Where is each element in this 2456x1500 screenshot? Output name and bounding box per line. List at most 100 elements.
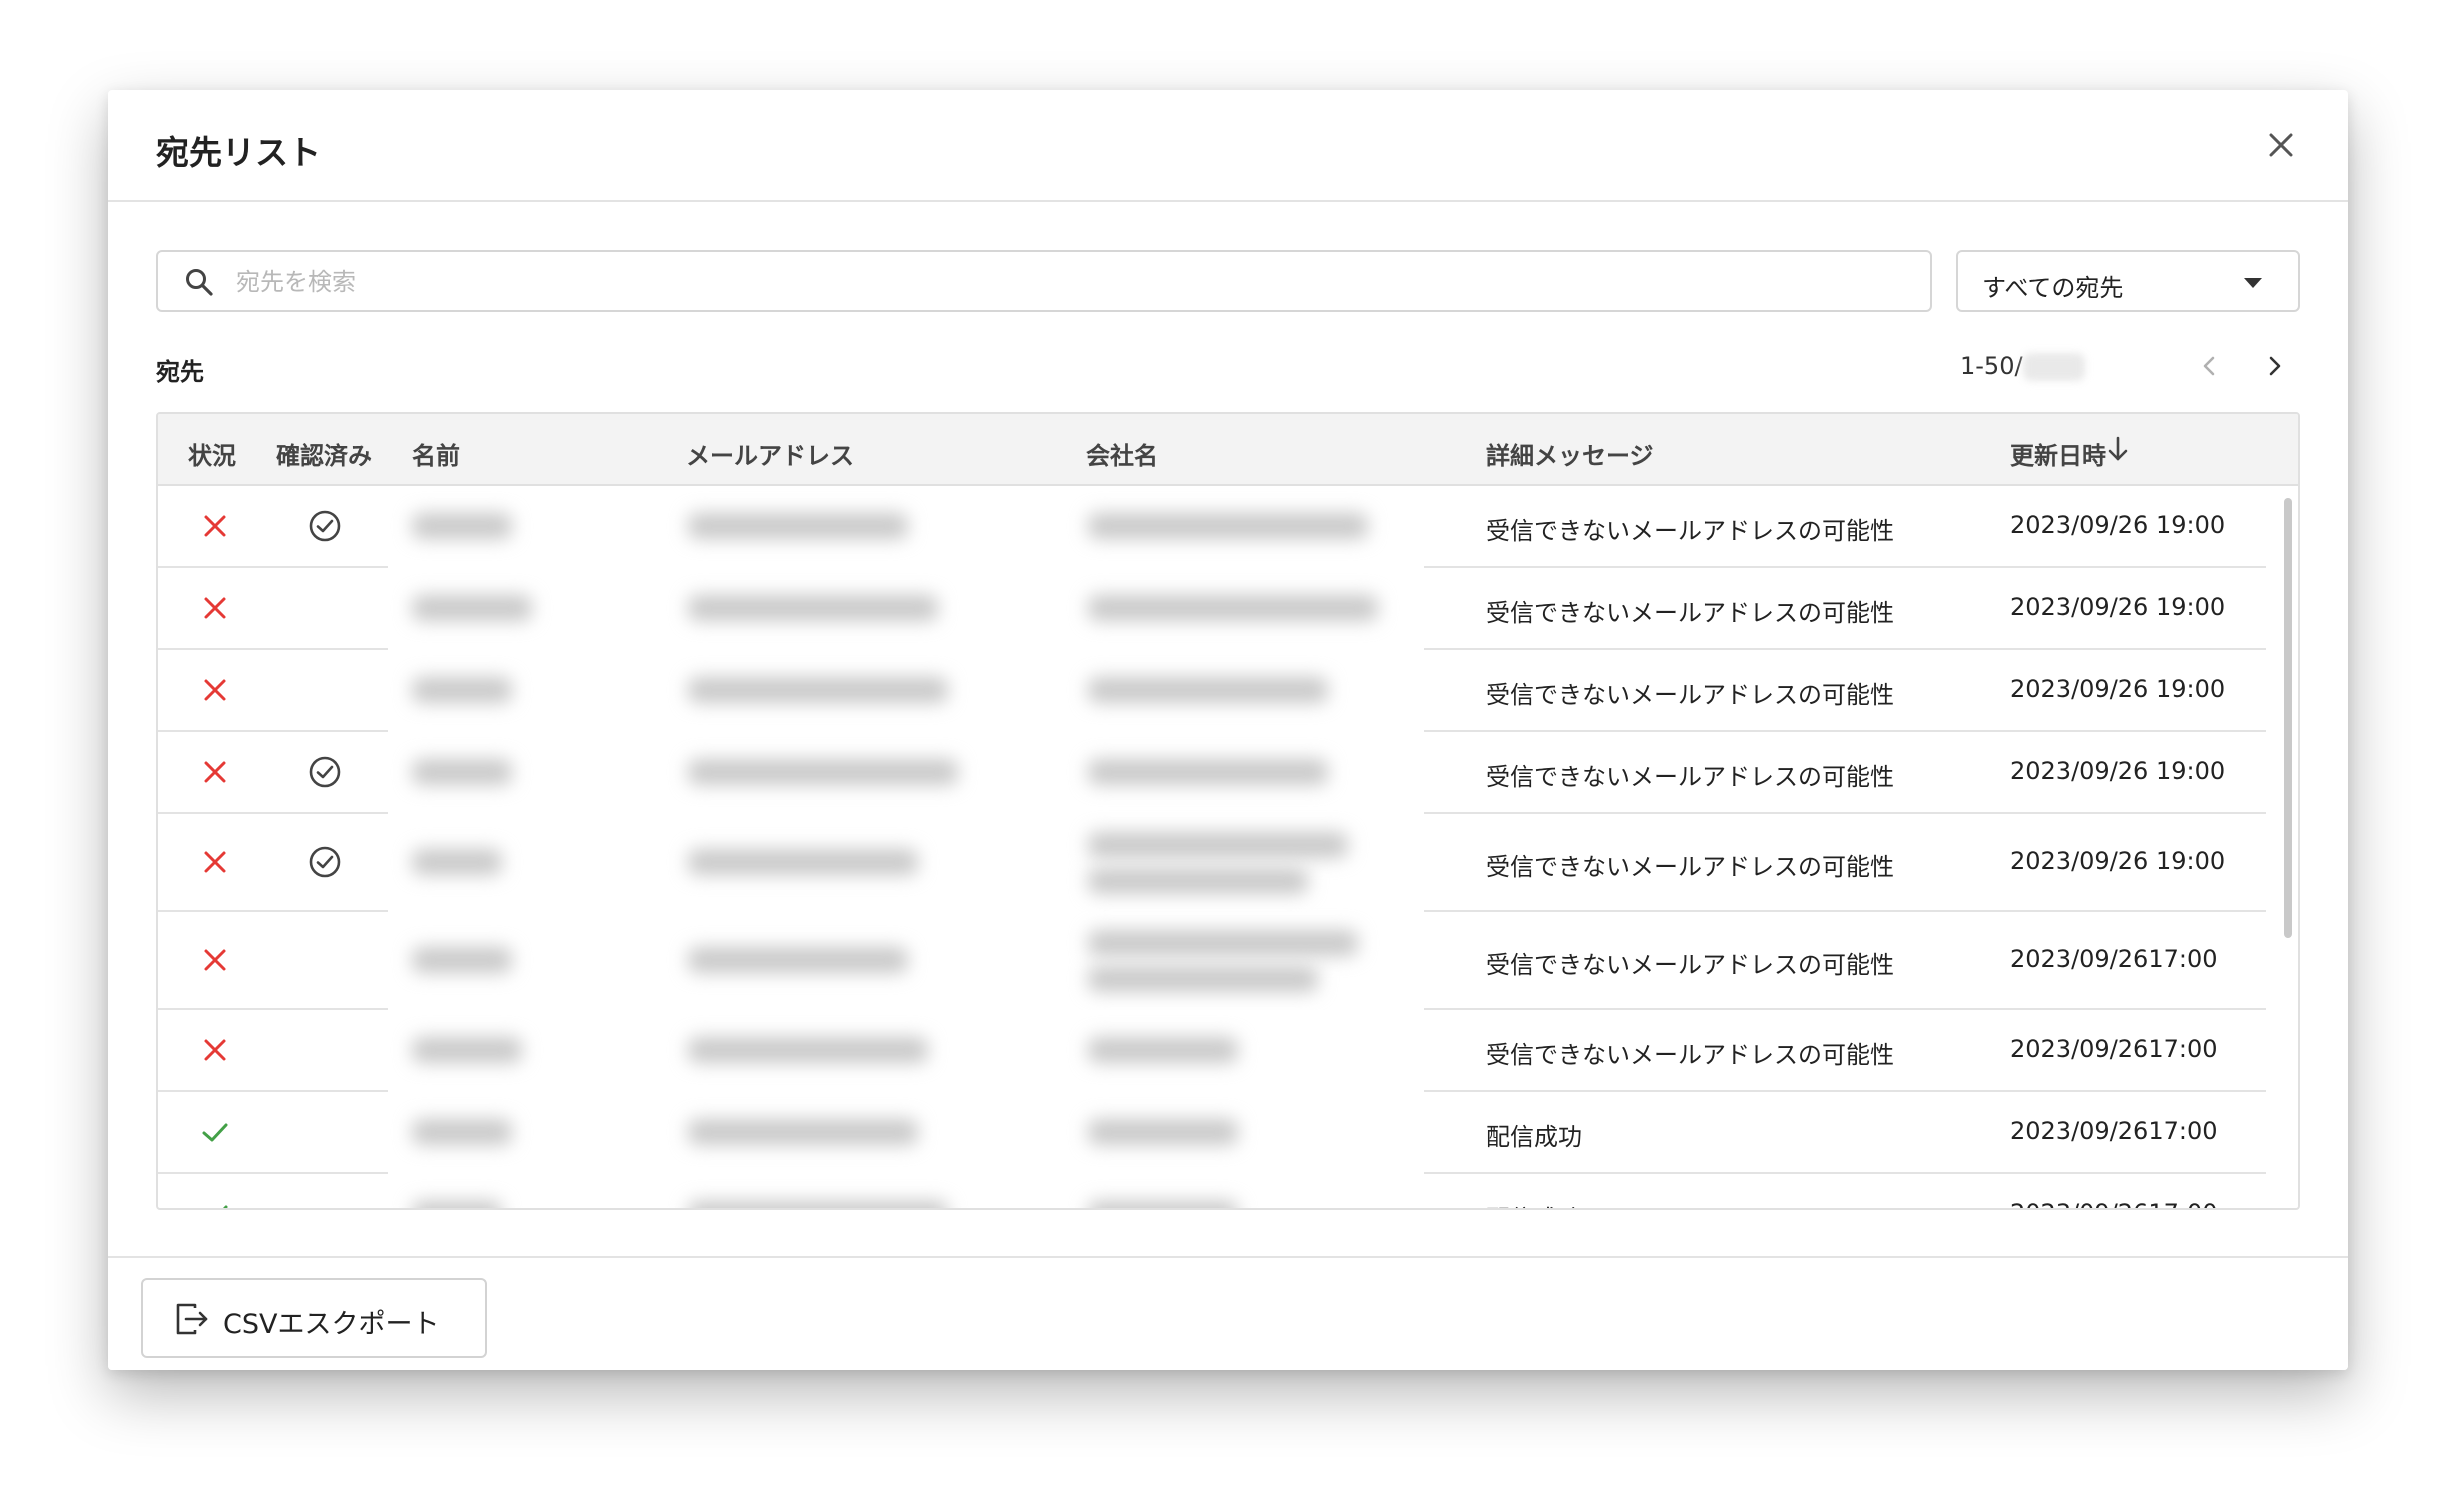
redacted-name bbox=[412, 1037, 522, 1063]
failed-x-icon bbox=[204, 1039, 226, 1061]
column-header-name[interactable]: 名前 bbox=[412, 436, 460, 471]
redacted-name bbox=[412, 947, 512, 973]
redacted-email bbox=[688, 1119, 918, 1145]
redacted-company bbox=[1088, 930, 1358, 956]
table-row[interactable]: 受信できないメールアドレスの可能性 2023/09/26 19:00 bbox=[158, 814, 2266, 912]
arrow-down-icon[interactable] bbox=[2103, 434, 2133, 464]
search-icon bbox=[186, 269, 213, 296]
redacted-contact-cells bbox=[388, 912, 1424, 1010]
failed-x-icon bbox=[204, 679, 226, 701]
redacted-company bbox=[1088, 513, 1368, 539]
recipient-list-dialog: 宛先リスト すべての宛先 宛先 1-50/ bbox=[108, 90, 2348, 1370]
table-row[interactable]: 受信できないメールアドレスの可能性 2023/09/26 19:00 bbox=[158, 568, 2266, 650]
redacted-contact-cells bbox=[388, 814, 1424, 912]
redacted-company bbox=[1088, 1201, 1238, 1208]
table-row[interactable]: 配信成功 2023/09/2617:00 bbox=[158, 1174, 2266, 1208]
column-header-confirmed[interactable]: 確認済み bbox=[276, 436, 372, 471]
redacted-email bbox=[688, 849, 918, 875]
redacted-company bbox=[1088, 966, 1318, 992]
updated-datetime: 2023/09/2617:00 bbox=[2010, 1199, 2218, 1208]
redacted-email bbox=[688, 947, 908, 973]
dialog-title: 宛先リスト bbox=[156, 133, 321, 172]
search-input[interactable] bbox=[234, 260, 1898, 304]
redacted-name bbox=[412, 759, 512, 785]
prev-page-button[interactable] bbox=[2192, 348, 2228, 384]
csv-export-label: CSVエスクポート bbox=[223, 1309, 440, 1340]
redacted-contact-cells bbox=[388, 650, 1424, 732]
redacted-contact-cells bbox=[388, 486, 1424, 568]
redacted-name bbox=[412, 677, 512, 703]
updated-datetime: 2023/09/2617:00 bbox=[2010, 1117, 2218, 1145]
detail-message: 受信できないメールアドレスの可能性 bbox=[1486, 599, 1894, 627]
redacted-name bbox=[412, 595, 532, 621]
failed-x-icon bbox=[204, 597, 226, 619]
column-header-company[interactable]: 会社名 bbox=[1086, 436, 1158, 471]
success-check-icon bbox=[223, 1205, 228, 1208]
page-range: 1-50/ bbox=[1960, 352, 2023, 380]
redacted-contact-cells bbox=[388, 1174, 1424, 1208]
column-header-message[interactable]: 詳細メッセージ bbox=[1486, 436, 1654, 471]
failed-x-icon bbox=[204, 515, 226, 537]
confirmed-check-circle-icon bbox=[309, 846, 341, 878]
recipient-filter-select[interactable]: すべての宛先 bbox=[1956, 250, 2300, 312]
redacted-company bbox=[1088, 595, 1378, 621]
failed-x-icon bbox=[204, 851, 226, 873]
redacted-email bbox=[688, 595, 938, 621]
redacted-contact-cells bbox=[388, 732, 1424, 814]
close-icon bbox=[2269, 133, 2293, 157]
redacted-company bbox=[1088, 832, 1348, 858]
table-row[interactable]: 受信できないメールアドレスの可能性 2023/09/2617:00 bbox=[158, 912, 2266, 1010]
confirmed-check-circle-icon bbox=[309, 756, 341, 788]
redacted-company bbox=[1088, 1119, 1238, 1145]
updated-datetime: 2023/09/26 19:00 bbox=[2010, 593, 2226, 621]
redacted-contact-cells bbox=[388, 568, 1424, 650]
updated-datetime: 2023/09/26 19:00 bbox=[2010, 511, 2226, 539]
detail-message: 受信できないメールアドレスの可能性 bbox=[1486, 853, 1894, 881]
redacted-name bbox=[412, 513, 512, 539]
redacted-company bbox=[1088, 677, 1328, 703]
redacted-email bbox=[688, 677, 948, 703]
column-header-status[interactable]: 状況 bbox=[188, 436, 236, 471]
redacted-contact-cells bbox=[388, 1010, 1424, 1092]
updated-datetime: 2023/09/2617:00 bbox=[2010, 1035, 2218, 1063]
confirmed-check-circle-icon bbox=[309, 510, 341, 542]
table-header: 状況 確認済み 名前 メールアドレス 会社名 詳細メッセージ 更新日時 bbox=[158, 414, 2298, 486]
section-label: 宛先 bbox=[156, 358, 204, 386]
redacted-name bbox=[412, 1119, 512, 1145]
redacted-email bbox=[688, 1201, 948, 1208]
vertical-scrollbar[interactable] bbox=[2284, 498, 2292, 938]
search-box[interactable] bbox=[156, 250, 1932, 312]
column-header-email[interactable]: メールアドレス bbox=[686, 436, 854, 471]
next-page-button[interactable] bbox=[2256, 348, 2292, 384]
redacted-email bbox=[688, 513, 908, 539]
detail-message: 配信成功 bbox=[1486, 1123, 1582, 1151]
detail-message: 受信できないメールアドレスの可能性 bbox=[1486, 763, 1894, 791]
table-row[interactable]: 受信できないメールアドレスの可能性 2023/09/2617:00 bbox=[158, 1010, 2266, 1092]
recipient-table: 状況 確認済み 名前 メールアドレス 会社名 詳細メッセージ 更新日時 受信でき… bbox=[156, 412, 2300, 1210]
updated-datetime: 2023/09/26 19:00 bbox=[2010, 757, 2226, 785]
table-row[interactable]: 配信成功 2023/09/2617:00 bbox=[158, 1092, 2266, 1174]
detail-message: 受信できないメールアドレスの可能性 bbox=[1486, 517, 1894, 545]
redacted-name bbox=[412, 1201, 502, 1208]
csv-export-button[interactable]: CSVエスクポート bbox=[141, 1278, 487, 1358]
table-row[interactable]: 受信できないメールアドレスの可能性 2023/09/26 19:00 bbox=[158, 486, 2266, 568]
filter-selected-value: すべての宛先 bbox=[1982, 274, 2124, 302]
updated-datetime: 2023/09/2617:00 bbox=[2010, 945, 2218, 973]
dialog-footer: CSVエスクポート bbox=[108, 1256, 2348, 1370]
column-header-updated[interactable]: 更新日時 bbox=[2010, 436, 2106, 471]
table-row[interactable]: 受信できないメールアドレスの可能性 2023/09/26 19:00 bbox=[158, 732, 2266, 814]
table-row[interactable]: 受信できないメールアドレスの可能性 2023/09/26 19:00 bbox=[158, 650, 2266, 732]
detail-message: 受信できないメールアドレスの可能性 bbox=[1486, 951, 1894, 979]
detail-message: 受信できないメールアドレスの可能性 bbox=[1486, 1041, 1894, 1069]
close-button[interactable] bbox=[2262, 126, 2300, 164]
export-icon bbox=[176, 1303, 208, 1335]
success-check-icon bbox=[202, 1123, 228, 1142]
dialog-header: 宛先リスト bbox=[108, 90, 2348, 202]
redacted-email bbox=[688, 1037, 928, 1063]
pagination: 1-50/ bbox=[1960, 340, 2300, 390]
redacted-company bbox=[1088, 868, 1308, 894]
detail-message: 受信できないメールアドレスの可能性 bbox=[1486, 681, 1894, 709]
redacted-name bbox=[412, 849, 502, 875]
redacted-company bbox=[1088, 1037, 1238, 1063]
chevron-right-icon bbox=[2269, 356, 2281, 376]
